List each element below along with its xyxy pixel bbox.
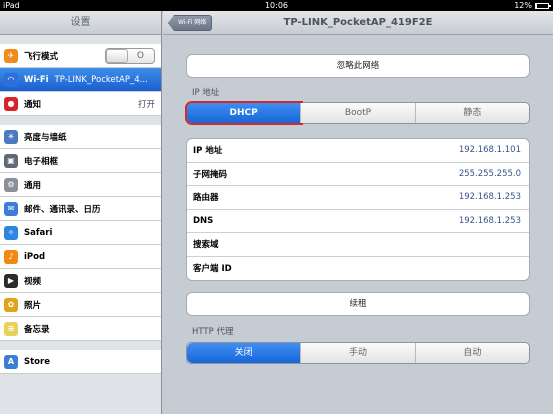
tab-proxy-off[interactable]: 关闭	[187, 343, 302, 363]
page-title: TP-LINK_PocketAP_419F2E	[283, 17, 433, 28]
table-row[interactable]: IP 地址 192.168.1.101	[187, 139, 529, 163]
sidebar-item-airplane-mode[interactable]: ✈ 飞行模式 O	[0, 44, 161, 68]
compass-icon: ✧	[4, 225, 18, 240]
sidebar-item-wifi[interactable]: ◠ Wi-Fi TP-LINK_PocketAP_4...	[0, 68, 161, 92]
table-row[interactable]: 搜索域	[187, 233, 529, 257]
tab-static[interactable]: 静态	[415, 103, 529, 123]
sidebar-item-notes[interactable]: ≡ 备忘录	[0, 317, 161, 341]
battery-percent: 12%	[514, 1, 532, 10]
sidebar-item-store[interactable]: A Store	[0, 350, 161, 374]
notifications-value: 打开	[137, 99, 155, 110]
sidebar-item-label: Wi-Fi	[24, 74, 49, 85]
sidebar-item-label: 邮件、通讯录、日历	[24, 204, 101, 215]
ip-address-section-label: IP 地址	[192, 88, 220, 98]
sidebar-item-label: 通知	[24, 99, 42, 110]
sidebar-item-photos[interactable]: ✿ 照片	[0, 293, 161, 317]
forget-network-button[interactable]: 忽略此网络	[186, 54, 530, 78]
renew-lease-button[interactable]: 续租	[186, 292, 530, 316]
gear-icon: ⚙	[4, 177, 18, 192]
table-row[interactable]: 子网掩码 255.255.255.0	[187, 163, 529, 186]
sidebar-item-label: Safari	[24, 227, 53, 238]
mail-icon: ✉	[4, 201, 18, 216]
video-icon: ▶	[4, 273, 18, 288]
table-row[interactable]: 客户端 ID	[187, 257, 529, 281]
sidebar-item-notifications[interactable]: ● 通知 打开	[0, 92, 161, 116]
notification-icon: ●	[4, 96, 18, 111]
detail-navbar: Wi-Fi 网络 TP-LINK_PocketAP_419F2E	[163, 11, 553, 35]
sidebar-item-video[interactable]: ▶ 视频	[0, 269, 161, 293]
brightness-icon: ☀	[4, 129, 18, 144]
notes-icon: ≡	[4, 321, 18, 336]
sidebar-item-general[interactable]: ⚙ 通用	[0, 173, 161, 197]
sidebar-item-label: 备忘录	[24, 324, 50, 335]
proxy-mode-segmented-control: 关闭 手动 自动	[186, 342, 530, 364]
sidebar-item-label: iPod	[24, 251, 46, 262]
tab-proxy-auto[interactable]: 自动	[415, 343, 529, 363]
wifi-network-name: TP-LINK_PocketAP_4...	[54, 74, 148, 85]
table-row[interactable]: DNS 192.168.1.253	[187, 210, 529, 233]
ip-mode-segmented-control: DHCP BootP 静态	[184, 101, 530, 125]
http-proxy-section-label: HTTP 代理	[192, 327, 234, 337]
picture-frame-icon: ▣	[4, 153, 18, 168]
sidebar-item-mail[interactable]: ✉ 邮件、通讯录、日历	[0, 197, 161, 221]
tab-proxy-manual[interactable]: 手动	[301, 343, 416, 363]
sidebar-item-brightness[interactable]: ☀ 亮度与墙纸	[0, 125, 161, 149]
sidebar-item-picture-frame[interactable]: ▣ 电子相框	[0, 149, 161, 173]
wifi-detail-pane: Wi-Fi 网络 TP-LINK_PocketAP_419F2E 忽略此网络 I…	[163, 11, 553, 414]
airplane-icon: ✈	[4, 48, 18, 63]
wifi-icon: ◠	[4, 72, 18, 87]
sidebar-item-label: Store	[24, 356, 50, 367]
sidebar-item-ipod[interactable]: ♪ iPod	[0, 245, 161, 269]
sidebar-item-label: 飞行模式	[24, 51, 59, 62]
tab-bootp[interactable]: BootP	[301, 103, 416, 123]
sidebar-item-label: 视频	[24, 276, 42, 287]
airplane-mode-toggle[interactable]: O	[105, 48, 155, 64]
table-row[interactable]: 路由器 192.168.1.253	[187, 186, 529, 210]
sidebar-item-label: 电子相框	[24, 156, 59, 167]
battery-icon	[535, 2, 551, 9]
settings-sidebar: 设置 ✈ 飞行模式 O ◠ Wi-Fi TP-LINK_PocketAP_4..…	[0, 11, 162, 414]
store-icon: A	[4, 354, 18, 369]
sidebar-item-label: 亮度与墙纸	[24, 132, 67, 143]
ipod-icon: ♪	[4, 249, 18, 264]
ip-info-table: IP 地址 192.168.1.101 子网掩码 255.255.255.0 路由器…	[186, 138, 530, 281]
sidebar-item-label: 通用	[24, 180, 42, 191]
tab-dhcp[interactable]: DHCP	[184, 101, 304, 125]
clock: 10:06	[264, 1, 289, 10]
sidebar-item-safari[interactable]: ✧ Safari	[0, 221, 161, 245]
sidebar-title: 设置	[0, 11, 161, 35]
sidebar-item-label: 照片	[24, 300, 42, 311]
status-bar: iPad 10:06 12%	[0, 0, 553, 11]
sunflower-icon: ✿	[4, 297, 18, 312]
